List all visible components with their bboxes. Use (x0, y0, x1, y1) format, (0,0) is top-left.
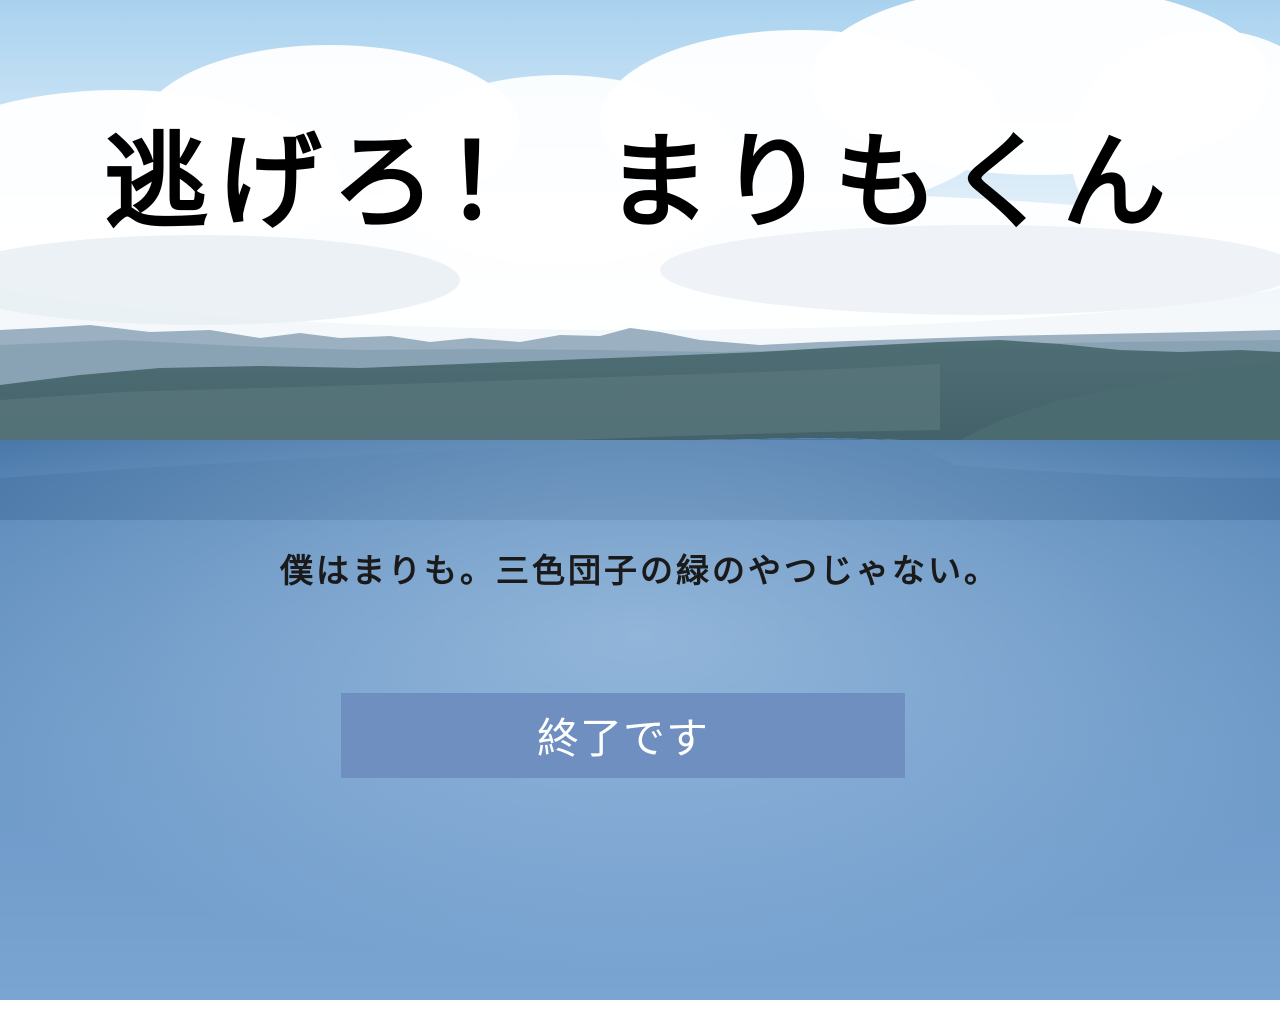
end-game-button[interactable]: 終了です (341, 693, 905, 778)
intro-message: 僕はまりも。三色団子の緑のやつじゃない。 (280, 551, 1000, 590)
bottom-margin (0, 1000, 1280, 1024)
game-screen: 逃げろ！ まりもくん 僕はまりも。三色団子の緑のやつじゃない。 終了です (0, 0, 1280, 1000)
game-title: 逃げろ！ まりもくん (103, 121, 1177, 243)
